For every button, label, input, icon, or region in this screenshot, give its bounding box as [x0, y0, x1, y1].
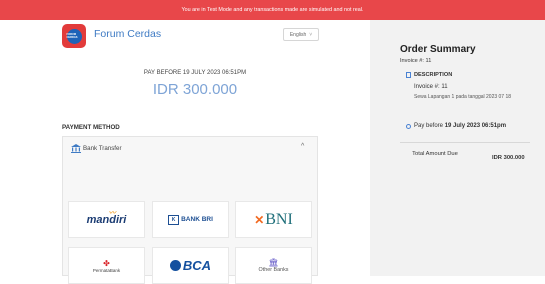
bank-transfer-section: Bank Transfer ^ mandiri 〰 K BANK BRI ✕ B…: [62, 136, 318, 284]
mandiri-wave-icon: 〰: [108, 209, 116, 217]
pay-before-summary: Pay before 19 July 2023 06:51pm: [414, 123, 506, 129]
order-summary-panel: [370, 20, 545, 276]
description-detail: Sewa Lapangan 1 pada tanggal 2023 07 18: [414, 94, 512, 100]
pay-before-deadline: PAY BEFORE 19 JULY 2023 06:51PM: [143, 70, 247, 76]
summary-divider: [400, 142, 530, 143]
payment-amount: IDR 300.000: [152, 81, 238, 98]
bri-mark-icon: K: [168, 214, 180, 225]
chevron-up-icon: ^: [301, 143, 305, 150]
description-label: DESCRIPTION: [414, 72, 453, 78]
permata-logo-text: PermataBank: [92, 267, 121, 273]
bri-logo: K BANK BRI: [168, 214, 213, 225]
bri-logo-text: BANK BRI: [181, 216, 213, 223]
bank-option-bni[interactable]: ✕ BNI: [235, 201, 312, 238]
order-invoice-number: Invoice #: 11: [400, 58, 432, 64]
test-mode-text: You are in Test Mode and any transaction…: [181, 7, 364, 13]
total-amount-label: Total Amount Due: [412, 151, 458, 157]
permata-flower-icon: ✤: [103, 258, 110, 268]
merchant-name: Forum Cerdas: [94, 28, 162, 40]
chevron-down-icon: ˅: [309, 31, 313, 38]
total-amount-value: IDR 300.000: [492, 155, 525, 161]
bank-option-other[interactable]: 🏛 Other Banks: [235, 247, 312, 284]
bca-logo-text: BCA: [182, 258, 212, 273]
payment-method-title: PAYMENT METHOD: [62, 124, 120, 131]
bni-logo: ✕ BNI: [254, 211, 293, 229]
bank-option-permata[interactable]: ✤ PermataBank: [68, 247, 145, 284]
document-icon: [406, 72, 411, 78]
mandiri-logo-text: mandiri: [86, 213, 127, 226]
bank-option-mandiri[interactable]: mandiri 〰: [68, 201, 145, 238]
bca-logo: BCA: [169, 258, 212, 273]
merchant-logo-mark: FORUM CERDAS: [66, 28, 82, 44]
test-mode-banner: You are in Test Mode and any transaction…: [0, 0, 545, 20]
bni-logo-text: BNI: [265, 210, 293, 228]
description-invoice: Invoice #: 11: [414, 84, 448, 90]
bank-transfer-header[interactable]: Bank Transfer ^: [63, 137, 317, 161]
language-select[interactable]: English ˅: [283, 28, 319, 41]
bank-option-bca[interactable]: BCA: [152, 247, 229, 284]
language-label: English: [289, 31, 307, 38]
bank-transfer-label: Bank Transfer: [83, 145, 122, 152]
pay-before-prefix: Pay before: [414, 123, 445, 129]
merchant-logo: FORUM CERDAS: [62, 24, 86, 48]
bca-mark-icon: [169, 260, 181, 271]
order-summary-title: Order Summary: [400, 44, 476, 55]
clock-icon: [406, 124, 411, 129]
bni-mark-icon: ✕: [254, 212, 265, 227]
merchant-logo-text: FORUM CERDAS: [66, 33, 78, 39]
bank-building-icon: 🏛: [268, 258, 279, 267]
pay-before-date: 19 July 2023 06:51pm: [444, 123, 507, 129]
bank-icon: [71, 144, 81, 153]
bank-option-bri[interactable]: K BANK BRI: [152, 201, 229, 238]
mandiri-logo: mandiri 〰: [86, 210, 127, 226]
other-banks-label: Other Banks: [258, 267, 289, 273]
